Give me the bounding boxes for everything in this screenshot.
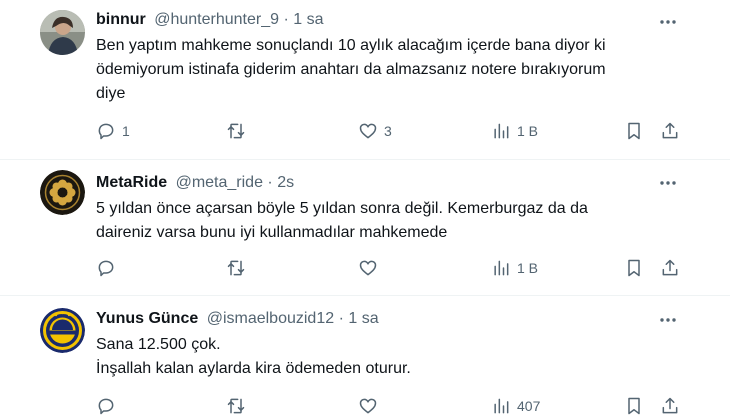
user-handle[interactable]: @ismaelbouzid12	[207, 310, 334, 327]
reply-icon	[98, 260, 114, 277]
reply-button[interactable]: 1	[96, 119, 130, 143]
display-name[interactable]: binnur	[96, 11, 146, 28]
views-button[interactable]: 1 B	[491, 256, 538, 280]
views-icon	[494, 260, 509, 276]
action-bar: 1 B	[96, 256, 696, 280]
views-count: 1 B	[517, 123, 539, 139]
tweet-text: Sana 12.500 çok. İnşallah kalan aylarda …	[96, 333, 676, 381]
tweet[interactable]: MetaRide @meta_ride · 2s 5 yıldan önce a…	[0, 160, 730, 296]
share-button[interactable]	[660, 119, 680, 143]
tweet-text-line: Sana 12.500 çok.	[96, 336, 221, 353]
separator-dot: ·	[267, 174, 273, 191]
like-button[interactable]: 3	[358, 119, 392, 143]
share-icon	[662, 397, 678, 414]
tweet-text-line: daireniz varsa bunu iyi kullanmadılar ma…	[96, 224, 448, 241]
user-handle[interactable]: @meta_ride	[176, 174, 263, 191]
timestamp[interactable]: 1 sa	[348, 310, 378, 327]
tweet-text: 5 yıldan önce açarsan böyle 5 yıldan son…	[96, 197, 676, 245]
bookmark-icon	[628, 259, 640, 277]
user-handle[interactable]: @hunterhunter_9	[154, 11, 279, 28]
tweet-header: Yunus Günce @ismaelbouzid12 · 1 sa	[96, 309, 379, 329]
tweet[interactable]: binnur @hunterhunter_9 · 1 sa Ben yaptım…	[0, 0, 730, 160]
tweet-header: MetaRide @meta_ride · 2s	[96, 173, 294, 193]
views-icon	[494, 398, 509, 414]
views-count: 407	[517, 398, 541, 414]
bookmark-button[interactable]	[624, 256, 644, 280]
avatar[interactable]	[40, 308, 85, 353]
timestamp[interactable]: 2s	[277, 174, 294, 191]
display-name[interactable]: MetaRide	[96, 174, 167, 191]
retweet-button[interactable]	[226, 119, 252, 143]
retweet-icon	[227, 123, 245, 139]
bookmark-icon	[628, 397, 640, 415]
separator-dot: ·	[283, 11, 289, 28]
like-button[interactable]	[358, 256, 384, 280]
tweet[interactable]: Yunus Günce @ismaelbouzid12 · 1 sa Sana …	[0, 296, 730, 420]
bookmark-icon	[628, 122, 640, 140]
views-button[interactable]: 407	[491, 394, 540, 418]
reply-button[interactable]	[96, 256, 122, 280]
views-icon	[494, 123, 509, 139]
share-button[interactable]	[660, 256, 680, 280]
retweet-icon	[227, 260, 245, 276]
retweet-button[interactable]	[226, 394, 252, 418]
timestamp[interactable]: 1 sa	[293, 11, 323, 28]
more-icon[interactable]	[658, 173, 678, 193]
tweet-text: Ben yaptım mahkeme sonuçlandı 10 aylık a…	[96, 34, 676, 106]
tweet-text-line: İnşallah kalan aylarda kira ödemeden otu…	[96, 360, 411, 377]
avatar[interactable]	[40, 10, 85, 55]
reply-icon	[98, 398, 114, 415]
views-button[interactable]: 1 B	[491, 119, 538, 143]
tweet-text-line: 5 yıldan önce açarsan böyle 5 yıldan son…	[96, 200, 588, 217]
like-icon	[359, 260, 377, 276]
reply-button[interactable]	[96, 394, 122, 418]
share-icon	[662, 259, 678, 276]
like-icon	[359, 398, 377, 414]
action-bar: 1 3 1 B	[96, 119, 696, 143]
tweet-text-line: ödemiyorum istinafa giderim anahtarı da …	[96, 61, 606, 78]
tweet-header: binnur @hunterhunter_9 · 1 sa	[96, 10, 323, 30]
like-icon	[359, 123, 377, 139]
share-button[interactable]	[660, 394, 680, 418]
bookmark-button[interactable]	[624, 119, 644, 143]
bookmark-button[interactable]	[624, 394, 644, 418]
display-name[interactable]: Yunus Günce	[96, 310, 198, 327]
tweet-text-line: Ben yaptım mahkeme sonuçlandı 10 aylık a…	[96, 37, 606, 54]
share-icon	[662, 122, 678, 139]
more-icon[interactable]	[658, 12, 678, 32]
reply-icon	[98, 123, 114, 140]
tweet-text-line: diye	[96, 85, 126, 102]
views-count: 1 B	[517, 260, 539, 276]
more-icon[interactable]	[658, 310, 678, 330]
retweet-icon	[227, 398, 245, 414]
reply-feed: binnur @hunterhunter_9 · 1 sa Ben yaptım…	[0, 0, 730, 420]
like-button[interactable]	[358, 394, 384, 418]
like-count: 3	[384, 123, 392, 139]
separator-dot: ·	[338, 310, 344, 327]
retweet-button[interactable]	[226, 256, 252, 280]
avatar[interactable]	[40, 170, 85, 215]
action-bar: 407	[96, 394, 696, 418]
reply-count: 1	[122, 123, 130, 139]
